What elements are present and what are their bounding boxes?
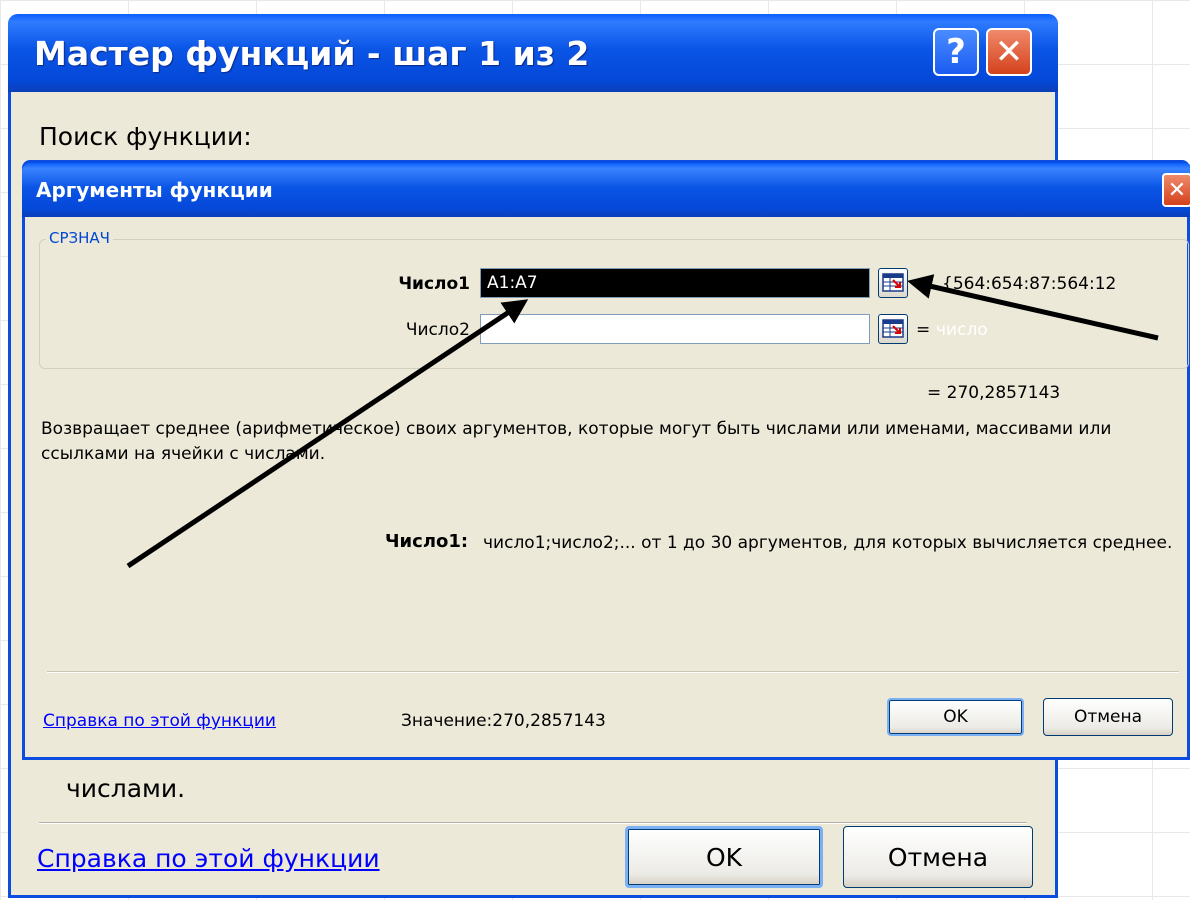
wizard-close-button[interactable]: ✕	[986, 28, 1032, 76]
function-arguments-dialog: Аргументы функции ✕ СРЗНАЧ Число1 A1:A7 …	[22, 160, 1190, 760]
wizard-title: Мастер функций - шаг 1 из 2	[34, 34, 590, 73]
range-select-icon	[882, 273, 904, 292]
args-ok-button[interactable]: OK	[887, 698, 1024, 736]
function-group-box: СРЗНАЧ Число1 A1:A7 {564:654:87:564:12 Ч…	[39, 229, 1189, 369]
arg2-result: число	[936, 320, 988, 340]
value-number: 270,2857143	[492, 711, 606, 731]
wizard-titlebar[interactable]: Мастер функций - шаг 1 из 2 ? ✕	[8, 14, 1058, 92]
args-divider	[47, 671, 1179, 673]
args-help-link[interactable]: Справка по этой функции	[43, 711, 276, 731]
help-button-label: ?	[946, 32, 966, 72]
args-cancel-button[interactable]: Отмена	[1043, 698, 1173, 736]
formula-result: = 270,2857143	[927, 383, 1061, 403]
args-titlebar[interactable]: Аргументы функции ✕	[22, 163, 1190, 217]
wizard-help-link[interactable]: Справка по этой функции	[37, 844, 380, 873]
args-ok-label: OK	[943, 707, 968, 727]
wizard-cancel-button[interactable]: Отмена	[843, 826, 1033, 888]
args-close-button[interactable]: ✕	[1162, 173, 1190, 207]
value-label: Значение:270,2857143	[401, 711, 606, 731]
arg1-collapse-ref-button[interactable]	[878, 268, 908, 298]
function-name-label: СРЗНАЧ	[46, 229, 113, 247]
wizard-divider	[39, 822, 1027, 824]
wizard-ok-label: OK	[705, 842, 743, 872]
arg-description-text: число1;число2;... от 1 до 30 аргументов,…	[483, 533, 1173, 553]
wizard-description-tail: числами.	[66, 774, 186, 803]
wizard-ok-button[interactable]: OK	[625, 826, 823, 888]
arg2-input[interactable]	[480, 314, 870, 344]
close-icon: ✕	[994, 32, 1024, 72]
function-description: Возвращает среднее (арифметическое) свои…	[41, 419, 1112, 464]
arg2-equals: =	[916, 320, 931, 340]
help-icon[interactable]: ?	[933, 28, 979, 76]
arg1-equals: =	[916, 274, 931, 294]
wizard-cancel-label: Отмена	[887, 842, 989, 872]
range-select-icon	[882, 319, 904, 338]
arg-description-name: Число1:	[385, 531, 469, 552]
close-icon: ✕	[1167, 177, 1187, 203]
arg1-input[interactable]: A1:A7	[480, 268, 870, 298]
search-function-label: Поиск функции:	[39, 122, 252, 151]
args-title: Аргументы функции	[36, 178, 273, 202]
arg2-label: Число2	[405, 320, 470, 340]
value-label-text: Значение:	[401, 711, 493, 731]
arg1-label: Число1	[398, 274, 470, 294]
args-cancel-label: Отмена	[1073, 707, 1143, 727]
arg1-result: {564:654:87:564:12	[942, 274, 1117, 294]
arg2-collapse-ref-button[interactable]	[878, 314, 908, 344]
